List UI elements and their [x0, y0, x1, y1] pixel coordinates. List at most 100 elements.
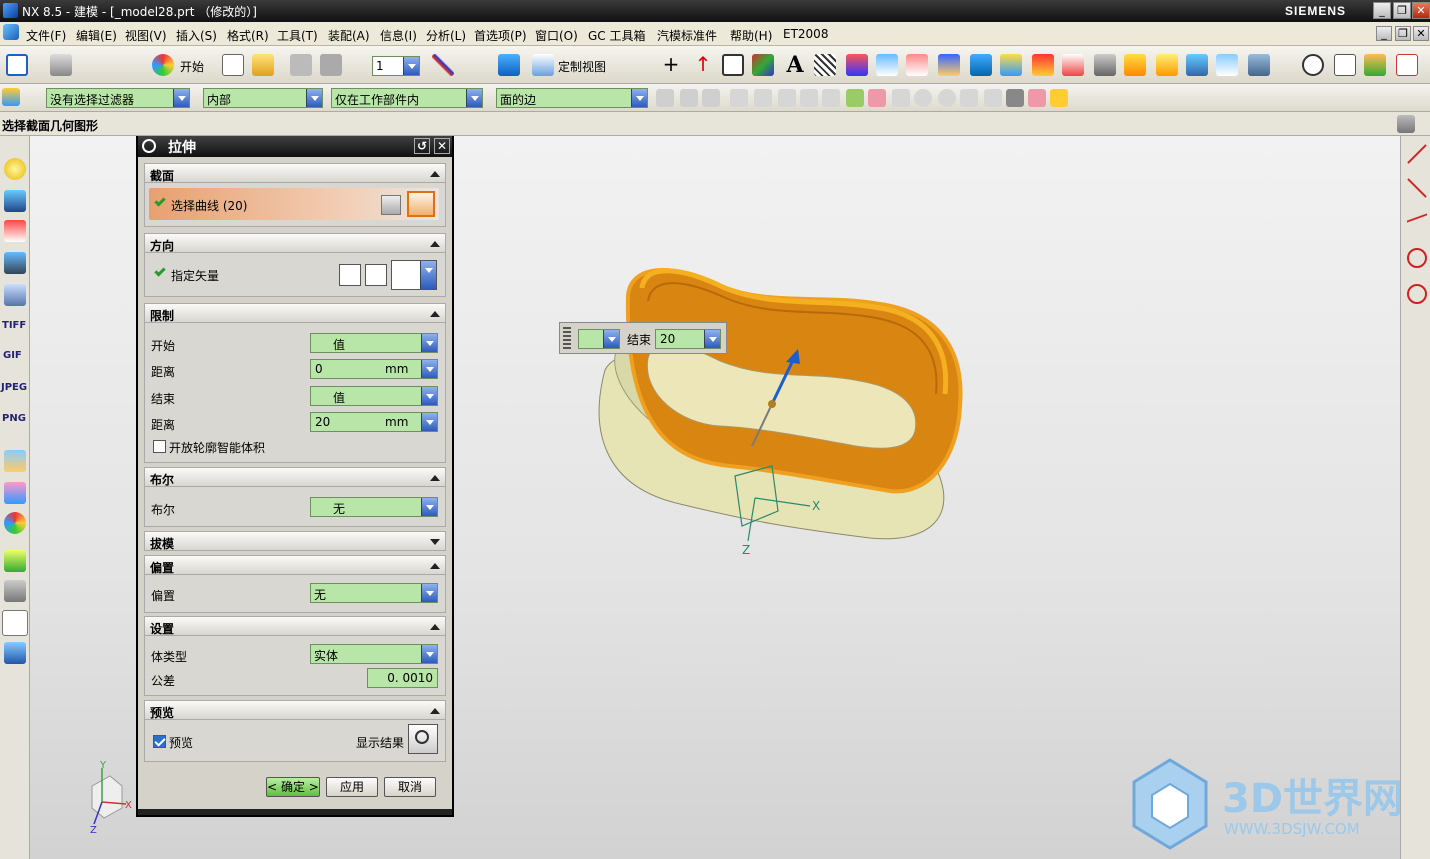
start-type-select[interactable]: 值: [310, 333, 438, 353]
menu-assembly[interactable]: 装配(A): [328, 27, 370, 44]
close-button[interactable]: ✕: [1412, 2, 1430, 19]
material-icon[interactable]: [4, 220, 26, 242]
gif-label[interactable]: GIF: [3, 350, 22, 361]
palette-icon[interactable]: [4, 512, 26, 534]
circle-icon[interactable]: [1407, 248, 1427, 268]
menu-view[interactable]: 视图(V): [125, 27, 167, 44]
grip-handle[interactable]: [563, 327, 571, 351]
doc-close-button[interactable]: ✕: [1413, 26, 1429, 41]
filter-icon[interactable]: [2, 88, 20, 106]
orient-view-icon[interactable]: [498, 54, 520, 76]
offset-select[interactable]: 无: [310, 583, 438, 603]
snap-control-icon[interactable]: [730, 89, 748, 107]
copy-icon[interactable]: [290, 54, 312, 76]
sketch-icon[interactable]: [876, 54, 898, 76]
png-label[interactable]: PNG: [2, 413, 26, 424]
curve-select-icon[interactable]: [407, 191, 435, 217]
menu-mold-standard[interactable]: 汽模标准件: [657, 27, 717, 44]
lightbulb-icon[interactable]: [4, 158, 26, 180]
arrow-right-icon[interactable]: [702, 89, 720, 107]
vector-dialog-icon[interactable]: [365, 264, 387, 286]
hole-icon[interactable]: [1094, 54, 1116, 76]
snap-menu-icon[interactable]: [1050, 89, 1068, 107]
snap-curve-icon[interactable]: [822, 89, 840, 107]
section-header[interactable]: 截面: [144, 163, 446, 183]
menu-format[interactable]: 格式(R): [227, 27, 269, 44]
show-result-button[interactable]: [408, 724, 438, 754]
select-curve-row[interactable]: 选择曲线 (20): [149, 188, 439, 220]
direction-header[interactable]: 方向: [144, 233, 446, 253]
end-distance-input[interactable]: 20 mm: [310, 412, 438, 432]
doc-minimize-button[interactable]: _: [1376, 26, 1392, 41]
draft-header[interactable]: 拔模: [144, 531, 446, 551]
menu-preferences[interactable]: 首选项(P): [474, 27, 527, 44]
start-label[interactable]: 开始: [180, 58, 204, 75]
type-filter-select[interactable]: 没有选择过滤器: [46, 88, 190, 108]
vector-icon[interactable]: ↑: [692, 54, 714, 76]
machine-icon[interactable]: [4, 580, 26, 602]
line3-icon[interactable]: [1407, 208, 1427, 228]
start-distance-input[interactable]: 0 mm: [310, 359, 438, 379]
part-icon[interactable]: [4, 550, 26, 572]
fit-icon[interactable]: [6, 54, 28, 76]
app-menu-icon[interactable]: [3, 24, 19, 40]
gear-icon[interactable]: [142, 139, 156, 153]
custom-view-icon[interactable]: [532, 54, 554, 76]
open-folder-icon[interactable]: [252, 54, 274, 76]
dialog-close-icon[interactable]: ✕: [434, 138, 450, 154]
cancel-button[interactable]: 取消: [384, 777, 436, 797]
mesh-icon[interactable]: [1216, 54, 1238, 76]
reset-icon[interactable]: ↺: [414, 138, 430, 154]
menu-tools[interactable]: 工具(T): [277, 27, 318, 44]
scope-select[interactable]: 内部: [203, 88, 323, 108]
line-icon[interactable]: [1407, 144, 1427, 164]
menu-info[interactable]: 信息(I): [380, 27, 417, 44]
onscreen-end-type-select[interactable]: [578, 329, 620, 349]
shell-icon[interactable]: [1186, 54, 1208, 76]
restore-button[interactable]: ❐: [1393, 2, 1411, 19]
start-icon[interactable]: [152, 54, 174, 76]
paste-icon[interactable]: [320, 54, 342, 76]
menu-gc-toolbox[interactable]: GC 工具箱: [588, 27, 646, 44]
snap-tangent-icon[interactable]: [800, 89, 818, 107]
custom-view-label[interactable]: 定制视图: [558, 58, 606, 75]
ok-button[interactable]: < 确定 >: [266, 777, 320, 797]
roles-icon[interactable]: [1364, 54, 1386, 76]
snap-options-icon[interactable]: [1028, 89, 1046, 107]
onscreen-end-input[interactable]: 20: [655, 329, 721, 349]
snap-line-icon[interactable]: [778, 89, 796, 107]
snap-center-icon[interactable]: [914, 89, 932, 107]
snap-existing-icon[interactable]: [960, 89, 978, 107]
line2-icon[interactable]: [1407, 178, 1427, 198]
jpeg-label[interactable]: JPEG: [1, 382, 27, 393]
tiff-label[interactable]: TIFF: [2, 320, 26, 331]
camera-icon[interactable]: [4, 190, 26, 212]
menu-insert[interactable]: 插入(S): [176, 27, 217, 44]
snap-endpoint-icon[interactable]: [656, 89, 674, 107]
minimize-button[interactable]: _: [1373, 2, 1391, 19]
menu-window[interactable]: 窗口(O): [535, 27, 578, 44]
open-profile-checkbox[interactable]: [153, 440, 166, 453]
point-icon[interactable]: +: [660, 54, 682, 76]
snap-icon[interactable]: [432, 54, 454, 76]
part-navigator-icon[interactable]: [1334, 54, 1356, 76]
menu-et2008[interactable]: ET2008: [783, 27, 828, 41]
datum-plane-icon[interactable]: [722, 54, 744, 76]
body-type-select[interactable]: 实体: [310, 644, 438, 664]
assembly-filter-select[interactable]: 仅在工作部件内: [331, 88, 483, 108]
resource-bar-icon[interactable]: [1397, 115, 1415, 133]
snap-arc-icon[interactable]: [938, 89, 956, 107]
menu-help[interactable]: 帮助(H): [730, 27, 772, 44]
menu-analysis[interactable]: 分析(L): [426, 27, 466, 44]
menu-file[interactable]: 文件(F): [26, 27, 66, 44]
apply-button[interactable]: 应用: [326, 777, 378, 797]
cylinder-icon[interactable]: [1000, 54, 1022, 76]
history-icon[interactable]: [1396, 54, 1418, 76]
extrude-icon[interactable]: [906, 54, 928, 76]
revolve-icon[interactable]: [938, 54, 960, 76]
clock-icon[interactable]: [1302, 54, 1324, 76]
curve-icon[interactable]: [846, 54, 868, 76]
hatch-icon[interactable]: [814, 54, 836, 76]
snap-face-icon[interactable]: [846, 89, 864, 107]
preview-checkbox[interactable]: [153, 735, 166, 748]
